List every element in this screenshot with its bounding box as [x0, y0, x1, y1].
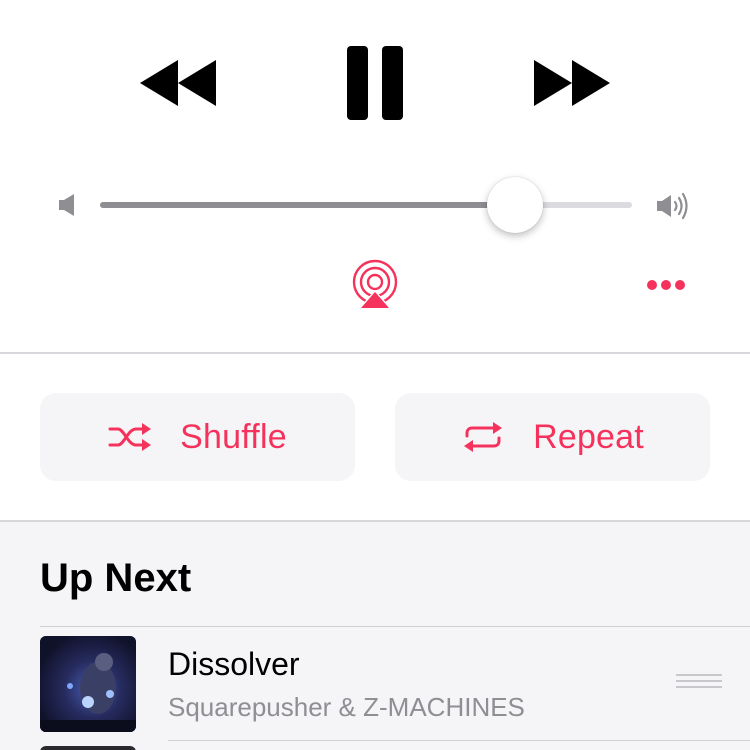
shuffle-button[interactable]: Shuffle — [40, 393, 355, 481]
album-artwork — [40, 746, 136, 750]
shuffle-label: Shuffle — [180, 417, 287, 456]
shuffle-icon — [108, 423, 152, 451]
divider — [168, 740, 750, 741]
album-artwork — [40, 636, 136, 732]
fast-forward-button[interactable] — [532, 56, 612, 110]
volume-slider[interactable] — [100, 202, 632, 208]
volume-knob[interactable] — [487, 177, 543, 233]
pause-button[interactable] — [346, 46, 404, 120]
speaker-low-icon — [56, 192, 80, 218]
repeat-label: Repeat — [533, 417, 644, 456]
pause-icon — [347, 46, 403, 120]
repeat-button[interactable]: Repeat — [395, 393, 710, 481]
reorder-handle-icon[interactable] — [676, 674, 722, 694]
airplay-button[interactable] — [349, 258, 401, 310]
airplay-icon — [352, 259, 398, 308]
ellipsis-icon — [647, 280, 685, 290]
track-artist: Squarepusher & Z-MACHINES — [168, 692, 525, 722]
speaker-high-icon — [654, 190, 694, 222]
track-title: Dissolver — [168, 646, 300, 682]
divider — [40, 626, 750, 627]
queue-row[interactable]: Dissolver Squarepusher & Z-MACHINES — [0, 628, 750, 742]
more-options-button[interactable] — [642, 270, 694, 300]
volume-fill — [100, 202, 515, 208]
fast-forward-icon — [534, 60, 610, 106]
divider — [0, 352, 750, 354]
rewind-icon — [140, 60, 216, 106]
repeat-icon — [464, 422, 503, 452]
now-playing-controls — [0, 0, 750, 354]
rewind-button[interactable] — [138, 56, 218, 110]
up-next-section: Up Next Dissolver Squarepusher & Z-MACHI… — [0, 522, 750, 750]
up-next-heading: Up Next — [40, 556, 192, 600]
